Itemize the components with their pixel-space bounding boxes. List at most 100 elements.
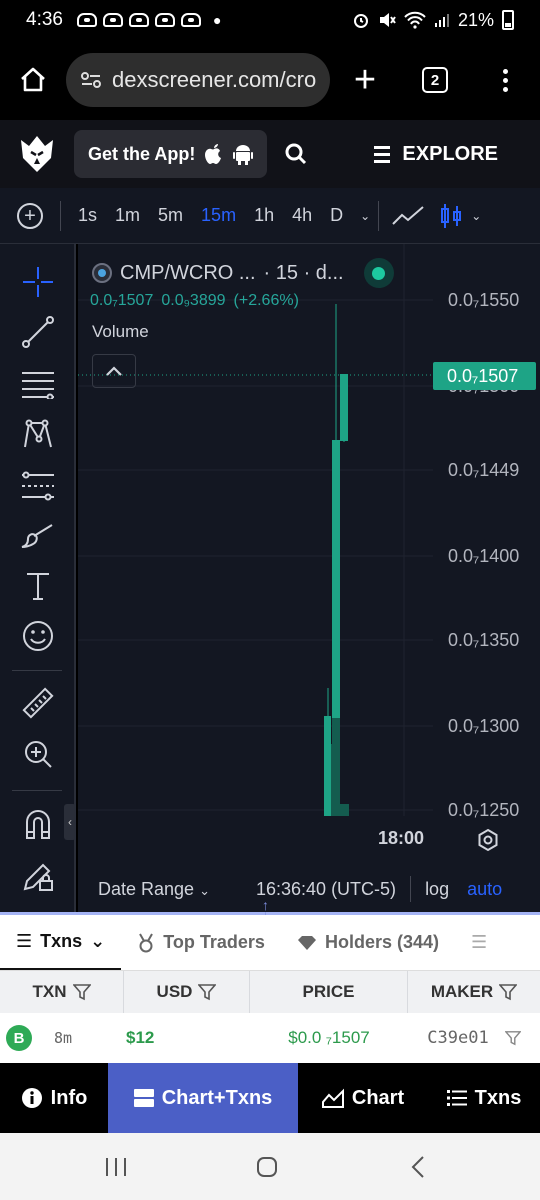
usd-cell: $12: [124, 1028, 250, 1048]
nav-info[interactable]: Info: [0, 1063, 108, 1133]
home-button[interactable]: [0, 40, 66, 120]
tab-switcher-button[interactable]: 2: [400, 67, 470, 93]
txn-cell: B 8m: [0, 1025, 124, 1051]
tab-more[interactable]: ☰: [455, 915, 503, 970]
explore-button[interactable]: EXPLORE: [374, 143, 498, 166]
brush-tool[interactable]: [18, 516, 58, 556]
bottom-panel-tabs: ☰ Txns ⌄ Top Traders Holders (344) ☰: [0, 915, 540, 971]
candlestick-chart-type-icon[interactable]: [439, 202, 463, 230]
apple-icon: [205, 144, 222, 164]
timeframe-dropdown-chevron-icon[interactable]: ⌄: [352, 209, 378, 223]
price-axis-label: 0.0₇1550: [448, 290, 520, 310]
back-icon[interactable]: [410, 1155, 426, 1179]
notification-icons: ●: [76, 12, 221, 28]
timeframe-D[interactable]: D: [321, 205, 352, 226]
compare-symbol-button[interactable]: +: [0, 202, 60, 229]
nav-chart-txns[interactable]: Chart+Txns: [108, 1063, 298, 1133]
time-axis-label: 18:00: [378, 828, 425, 848]
text-tool[interactable]: [18, 566, 58, 606]
line-chart-type-icon[interactable]: [391, 204, 425, 228]
dexscreener-logo[interactable]: [0, 134, 74, 174]
tab-top-traders[interactable]: Top Traders: [121, 915, 281, 970]
divider: [60, 200, 61, 231]
emoji-tool[interactable]: [18, 616, 58, 656]
date-range-button[interactable]: Date Range ⌄: [98, 879, 210, 900]
new-tab-button[interactable]: +: [330, 59, 400, 102]
browser-menu-button[interactable]: [470, 68, 540, 92]
crosshair-tool[interactable]: [18, 262, 58, 302]
column-header-txn[interactable]: TXN: [0, 971, 124, 1013]
menu-dot-icon: [502, 86, 508, 92]
table-row[interactable]: B 8m $12 $0.0 ₇1507 C39e01: [0, 1013, 540, 1063]
tab-txns[interactable]: ☰ Txns ⌄: [0, 915, 122, 970]
tab-holders[interactable]: Holders (344): [281, 915, 455, 970]
filter-icon[interactable]: [72, 983, 91, 1001]
chart-type-dropdown-chevron-icon[interactable]: ⌄: [463, 209, 489, 223]
pair-title[interactable]: CMP/WCRO ...: [120, 262, 256, 285]
candle-body: [324, 716, 331, 816]
brush-icon: [21, 524, 53, 548]
prediction-tool[interactable]: [18, 466, 58, 506]
status-bar: 4:36 ● 21%: [0, 0, 540, 40]
bottom-navigation: Info Chart+Txns Chart Txns: [0, 1063, 540, 1133]
nav-chart-label: Chart: [351, 1086, 405, 1109]
fib-retracement-tool[interactable]: [18, 364, 58, 404]
column-header-usd[interactable]: USD: [124, 971, 250, 1013]
nav-txns[interactable]: Txns: [428, 1063, 540, 1133]
app-notification-icon: [128, 13, 149, 27]
filter-icon[interactable]: [198, 983, 217, 1001]
nav-info-label: Info: [50, 1086, 88, 1109]
magnet-tool[interactable]: [18, 804, 58, 844]
price-chart[interactable]: CMP/WCRO ... · 15 · d... 0.0₇1507 0.0₉38…: [78, 244, 540, 914]
lock-drawings-tool[interactable]: [18, 856, 58, 896]
timeframe-15m[interactable]: 15m: [192, 205, 245, 226]
ruler-tool[interactable]: [18, 684, 58, 724]
tab-count: 2: [422, 67, 448, 93]
address-bar[interactable]: dexscreener.com/cro: [66, 53, 330, 107]
list-icon: [446, 1090, 467, 1106]
text-icon: [27, 573, 49, 600]
auto-scale-toggle[interactable]: auto: [467, 879, 502, 900]
url-text: dexscreener.com/cro: [111, 67, 316, 92]
timeframe-1s[interactable]: 1s: [69, 205, 106, 226]
get-app-button[interactable]: Get the App!: [74, 130, 268, 178]
add-circle-icon: +: [17, 202, 43, 229]
filter-icon[interactable]: [504, 1030, 521, 1046]
divider: [378, 200, 380, 231]
signal-icon: [434, 14, 449, 27]
volume-legend[interactable]: Volume: [92, 322, 149, 342]
last-price: 0.0₇1507: [90, 292, 154, 309]
candle-body: [340, 374, 348, 441]
hamburger-icon: [374, 145, 391, 163]
wifi-icon: [404, 11, 426, 29]
pattern-tool[interactable]: [18, 414, 58, 454]
chart-footer: Date Range ⌄ 16:36:40 (UTC-5) log auto: [78, 866, 540, 912]
clock-timezone-button[interactable]: 16:36:40 (UTC-5): [256, 879, 396, 900]
timeframe-5m[interactable]: 5m: [149, 205, 192, 226]
collapse-legend-button[interactable]: [92, 354, 136, 388]
timeframe-4h[interactable]: 4h: [283, 205, 321, 226]
maker-address[interactable]: C39e01: [427, 1028, 488, 1048]
crosshair-icon: [23, 267, 53, 297]
collapse-sidebar-button[interactable]: ‹: [64, 804, 76, 840]
nav-chart[interactable]: Chart: [298, 1063, 428, 1133]
tab-holders-label: Holders (344): [324, 932, 439, 952]
list-icon: ☰: [16, 930, 33, 951]
search-icon: [285, 143, 307, 165]
chart-settings-gear-icon[interactable]: [476, 828, 500, 852]
timeframe-1m[interactable]: 1m: [106, 205, 149, 226]
search-button[interactable]: [267, 143, 325, 165]
timeframe-1h[interactable]: 1h: [245, 205, 283, 226]
log-scale-toggle[interactable]: log: [425, 879, 449, 900]
filter-icon[interactable]: [499, 983, 518, 1001]
date-range-label: Date Range: [98, 878, 195, 899]
column-header-price[interactable]: PRICE: [250, 971, 408, 1013]
column-header-maker[interactable]: MAKER: [408, 971, 540, 1013]
app-notification-icon: [180, 13, 201, 27]
price-axis-label: 0.0₇1300: [448, 716, 520, 736]
home-nav-icon[interactable]: [256, 1156, 278, 1178]
recent-apps-icon[interactable]: [104, 1157, 128, 1177]
smiley-icon: [23, 621, 53, 651]
trend-line-tool[interactable]: [18, 312, 58, 352]
zoom-in-tool[interactable]: [18, 734, 58, 774]
